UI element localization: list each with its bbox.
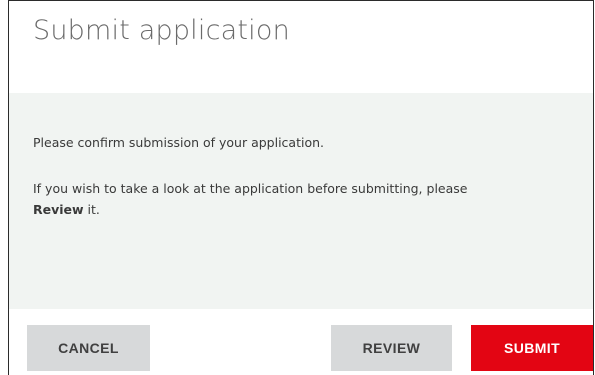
dialog-body: Please confirm submission of your applic… [9,93,593,309]
review-hint-prefix: If you wish to take a look at the applic… [33,181,468,196]
review-hint-message: If you wish to take a look at the applic… [33,178,553,220]
confirmation-message: Please confirm submission of your applic… [33,135,325,150]
review-inline-link[interactable]: Review [33,202,84,217]
dialog-title: Submit application [33,15,290,46]
submit-application-dialog: Submit application Please confirm submis… [8,0,594,375]
review-hint-suffix: it. [83,202,100,217]
cancel-button[interactable]: CANCEL [27,325,150,371]
dialog-footer: CANCEL REVIEW SUBMIT [9,309,593,375]
submit-button[interactable]: SUBMIT [471,325,593,371]
review-button[interactable]: REVIEW [331,325,452,371]
dialog-header: Submit application [9,1,593,93]
